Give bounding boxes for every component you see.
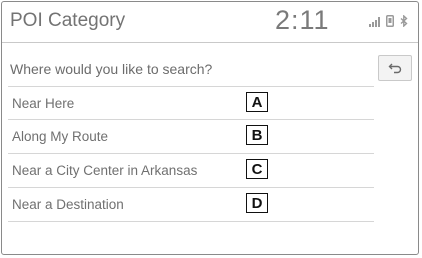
callout-label: D — [246, 193, 268, 213]
list-item-along-my-route[interactable]: Along My Route B — [8, 120, 374, 154]
list-item-label: Near Here — [12, 96, 75, 111]
list-item-near-destination[interactable]: Near a Destination D — [8, 188, 374, 222]
back-arrow-icon — [388, 63, 402, 74]
search-prompt: Where would you like to search? — [10, 61, 213, 77]
list-item-label: Along My Route — [12, 129, 109, 144]
signal-icon — [369, 17, 380, 27]
prompt-row: Where would you like to search? — [2, 53, 418, 87]
list-item-near-here[interactable]: Near Here A — [8, 86, 374, 120]
clock: 2:11 — [275, 5, 330, 35]
back-button[interactable] — [378, 55, 412, 81]
callout-label: C — [246, 159, 268, 179]
list-item-near-city-center[interactable]: Near a City Center in Arkansas C — [8, 154, 374, 188]
screen-frame: POI Category 2:11 Where would you like t… — [1, 1, 419, 255]
callout-label: B — [246, 125, 268, 145]
bluetooth-icon — [400, 15, 408, 27]
callout-label: A — [246, 92, 268, 112]
list-item-label: Near a City Center in Arkansas — [12, 163, 198, 178]
page-title: POI Category — [10, 10, 126, 31]
header-bar: POI Category 2:11 — [2, 2, 418, 43]
phone-icon — [386, 15, 394, 27]
category-list: Near Here A Along My Route B Near a City… — [8, 86, 374, 222]
status-icons — [369, 15, 408, 27]
list-item-label: Near a Destination — [12, 197, 124, 212]
